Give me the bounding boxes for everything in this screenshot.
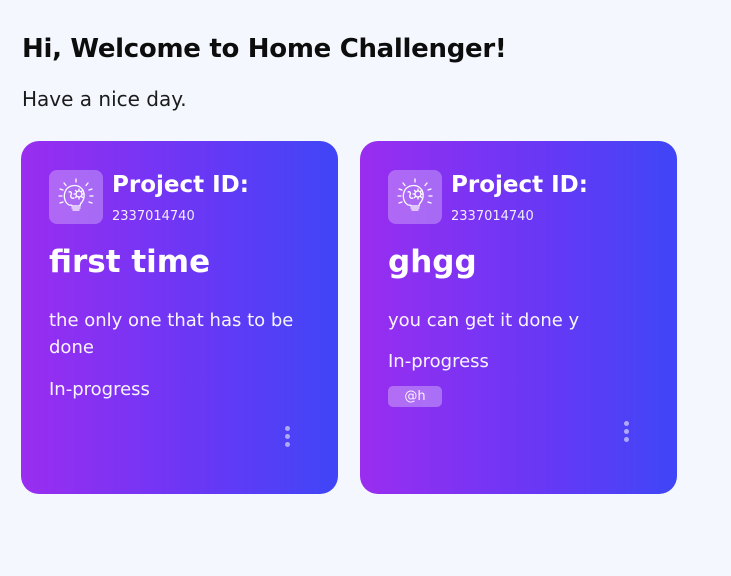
menu-dot [623, 420, 629, 426]
menu-dot [623, 436, 629, 442]
vertical-dots-icon[interactable] [277, 421, 297, 451]
brain-lightbulb-gear-icon [388, 170, 442, 224]
project-description: you can get it done y [388, 310, 580, 331]
menu-dot [284, 425, 290, 431]
project-tag[interactable]: @h [388, 386, 442, 407]
project-card[interactable]: Project ID: 2337014740 first time the on… [21, 141, 338, 494]
project-id-label: Project ID: [112, 172, 249, 198]
project-id-value: 2337014740 [451, 209, 534, 224]
project-id-value: 2337014740 [112, 209, 195, 224]
welcome-heading: Hi, Welcome to Home Challenger! [22, 34, 507, 64]
project-id-label: Project ID: [451, 172, 588, 198]
menu-dot [623, 428, 629, 434]
brain-lightbulb-gear-icon [49, 170, 103, 224]
welcome-subtitle: Have a nice day. [22, 87, 187, 111]
menu-dot [284, 433, 290, 439]
project-title: ghgg [388, 244, 477, 280]
project-card-header: Project ID: 2337014740 [388, 170, 657, 224]
project-status: In-progress [49, 379, 150, 400]
project-description: the only one that has to be done [49, 310, 294, 358]
vertical-dots-icon[interactable] [616, 416, 636, 446]
menu-dot [284, 441, 290, 447]
home-page: Hi, Welcome to Home Challenger! Have a n… [0, 0, 731, 576]
project-card[interactable]: Project ID: 2337014740 ghgg you can get … [360, 141, 677, 494]
project-card-header: Project ID: 2337014740 [49, 170, 318, 224]
project-status: In-progress [388, 351, 489, 372]
project-title: first time [49, 244, 211, 280]
